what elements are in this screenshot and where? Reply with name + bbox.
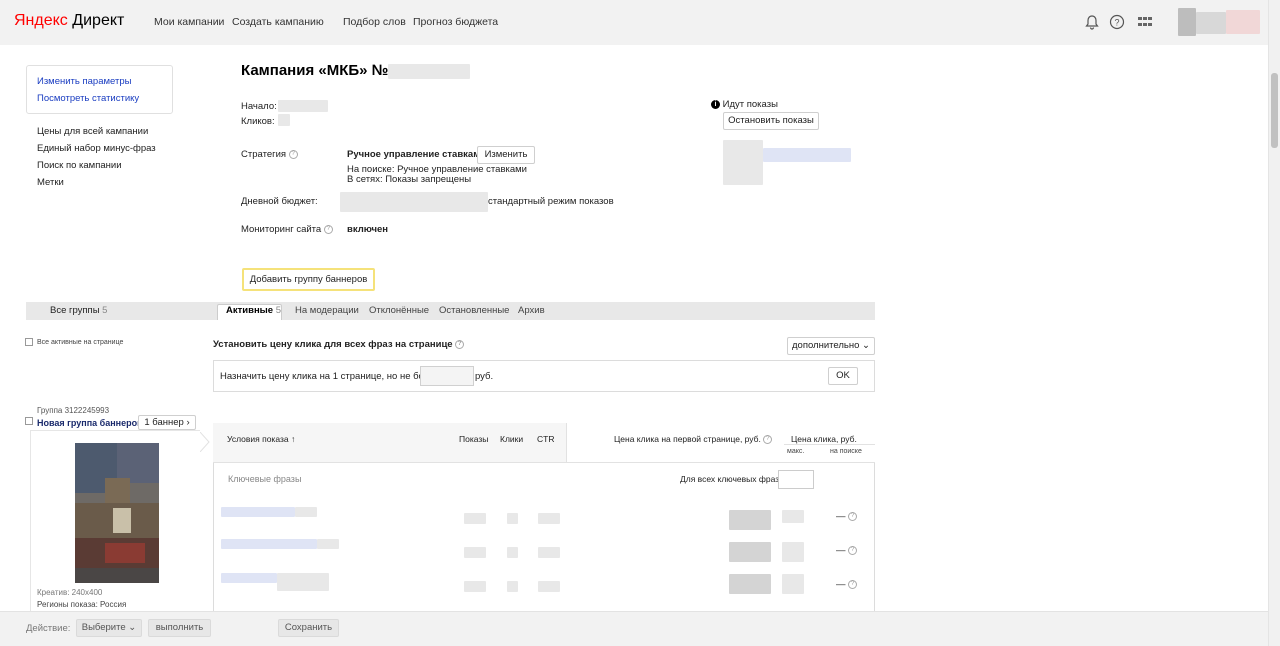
col-conditions[interactable]: Условия показа ↑ <box>227 434 295 444</box>
banner-image-blurred[interactable] <box>75 443 159 583</box>
header-divider <box>784 444 875 445</box>
keyword-link-blurred[interactable] <box>221 573 277 583</box>
yandex-direct-logo[interactable]: Яндекс Директ <box>14 12 124 30</box>
prices-all-campaign-link[interactable]: Цены для всей кампании <box>37 126 148 137</box>
table-row: — ? <box>213 568 875 602</box>
table-row: — ? <box>213 500 875 534</box>
svg-text:?: ? <box>1114 18 1119 28</box>
tab-active[interactable]: Активные 5 <box>226 305 281 316</box>
search-price-value: — ? <box>836 511 858 522</box>
campaign-search-link[interactable]: Поиск по кампании <box>37 160 122 171</box>
help-icon[interactable]: ? <box>763 435 773 445</box>
group-checkbox[interactable] <box>25 417 33 425</box>
minus-phrases-link[interactable]: Единый набор минус-фраз <box>37 143 156 154</box>
table-row: — ? <box>213 534 875 568</box>
clicks-label: Кликов: <box>241 116 275 127</box>
group-name-link[interactable]: Новая группа баннеров <box>37 418 143 428</box>
help-icon[interactable]: ? <box>848 579 858 589</box>
set-price-label: Установить цену клика для всех фраз на с… <box>213 339 465 350</box>
chevron-right-icon: › <box>186 417 190 428</box>
col-impressions[interactable]: Показы <box>459 434 488 444</box>
tags-link[interactable]: Метки <box>37 177 64 188</box>
action-label: Действие: <box>26 623 71 634</box>
nav-my-campaigns[interactable]: Мои кампании <box>154 16 224 28</box>
group-regions: Регионы показа: Россия <box>37 600 127 609</box>
info-icon: i <box>711 99 720 109</box>
keyword-link-blurred[interactable] <box>221 539 317 549</box>
banners-count-button[interactable]: 1 баннер › <box>138 415 196 430</box>
keywords-section-label: Ключевые фразы <box>228 474 302 484</box>
help-icon[interactable]: ? <box>323 224 333 234</box>
help-icon[interactable]: ? <box>848 511 858 521</box>
col-on-search: на поиске <box>830 448 862 455</box>
campaign-info-blurred <box>723 140 853 185</box>
max-price-input[interactable] <box>420 366 474 386</box>
help-icon[interactable]: ? <box>288 149 298 159</box>
strategy-value: Ручное управление ставками <box>347 149 487 160</box>
nav-create-campaign[interactable]: Создать кампанию <box>232 16 324 28</box>
group-id: Группа 3122245993 <box>37 406 110 415</box>
nav-budget-forecast[interactable]: Прогноз бюджета <box>413 16 498 28</box>
save-button[interactable]: Сохранить <box>278 619 339 637</box>
assign-price-text: Назначить цену клика на 1 странице, но н… <box>220 371 440 382</box>
monitoring-label: Мониторинг сайта ? <box>241 224 333 235</box>
action-select[interactable]: Выберите ⌄ <box>76 619 142 637</box>
add-group-button[interactable]: Добавить группу баннеров <box>242 268 375 291</box>
select-all-checkbox[interactable] <box>25 338 33 346</box>
col-click-price: Цена клика, руб. <box>791 434 857 444</box>
tab-archive[interactable]: Архив <box>518 305 545 316</box>
apps-grid-icon[interactable] <box>1137 14 1153 30</box>
budget-label: Дневной бюджет: <box>241 196 318 207</box>
keyword-link-blurred[interactable] <box>221 507 295 517</box>
top-header: Яндекс Директ Мои кампании Создать кампа… <box>0 0 1268 45</box>
page-title: Кампания «МКБ» № <box>241 62 389 79</box>
view-stats-link[interactable]: Посмотреть статистику <box>37 93 139 104</box>
chevron-down-icon: ⌄ <box>128 622 137 633</box>
strategy-label: Стратегия ? <box>241 149 298 160</box>
card-pointer-arrow <box>199 431 210 453</box>
creative-size: Креатив: 240x400 <box>37 588 103 597</box>
more-dropdown[interactable]: дополнительно ⌄ <box>787 337 875 355</box>
start-label: Начало: <box>241 101 277 112</box>
page-scrollbar[interactable] <box>1268 0 1280 646</box>
col-ctr[interactable]: CTR <box>537 434 554 444</box>
campaign-actions-box <box>26 65 173 114</box>
change-strategy-button[interactable]: Изменить <box>477 146 535 164</box>
help-icon[interactable]: ? <box>455 339 465 349</box>
strategy-network: В сетях: Показы запрещены <box>347 174 472 185</box>
bell-icon[interactable] <box>1084 14 1100 30</box>
edit-params-link[interactable]: Изменить параметры <box>37 76 131 87</box>
select-all-label: Все активные на странице <box>37 339 124 346</box>
for-all-keywords-label: Для всех ключевых фраз: <box>680 474 782 484</box>
clicks-value-blurred <box>278 114 290 126</box>
chevron-down-icon: ⌄ <box>862 340 870 351</box>
rub-label: руб. <box>475 371 494 382</box>
start-value-blurred <box>278 100 328 112</box>
tab-stopped[interactable]: Остановленные <box>439 305 509 316</box>
all-keywords-price-input[interactable] <box>778 470 814 489</box>
col-first-page-price: Цена клика на первой странице, руб. ? <box>614 434 773 445</box>
nav-word-selection[interactable]: Подбор слов <box>343 16 406 28</box>
scrollbar-thumb[interactable] <box>1271 73 1278 148</box>
monitoring-value: включен <box>347 224 389 235</box>
execute-button[interactable]: выполнить <box>148 619 211 637</box>
ok-button[interactable]: OK <box>828 367 858 385</box>
campaign-status: i Идут показы <box>711 99 778 110</box>
search-price-value: — ? <box>836 545 858 556</box>
campaign-number-blurred <box>388 64 470 79</box>
help-icon[interactable]: ? <box>848 545 858 555</box>
user-account-blurred[interactable] <box>1166 6 1262 38</box>
tab-all-groups[interactable]: Все группы 5 <box>50 305 107 316</box>
budget-mode: стандартный режим показов <box>488 196 614 207</box>
search-price-value: — ? <box>836 579 858 590</box>
help-icon[interactable]: ? <box>1109 14 1125 30</box>
stop-shows-button[interactable]: Остановить показы <box>723 112 819 130</box>
col-clicks[interactable]: Клики <box>500 434 523 444</box>
budget-value-blurred <box>340 192 488 212</box>
col-max: макс. <box>787 448 805 455</box>
tab-rejected[interactable]: Отклонённые <box>369 305 429 316</box>
tab-moderation[interactable]: На модерации <box>295 305 359 316</box>
